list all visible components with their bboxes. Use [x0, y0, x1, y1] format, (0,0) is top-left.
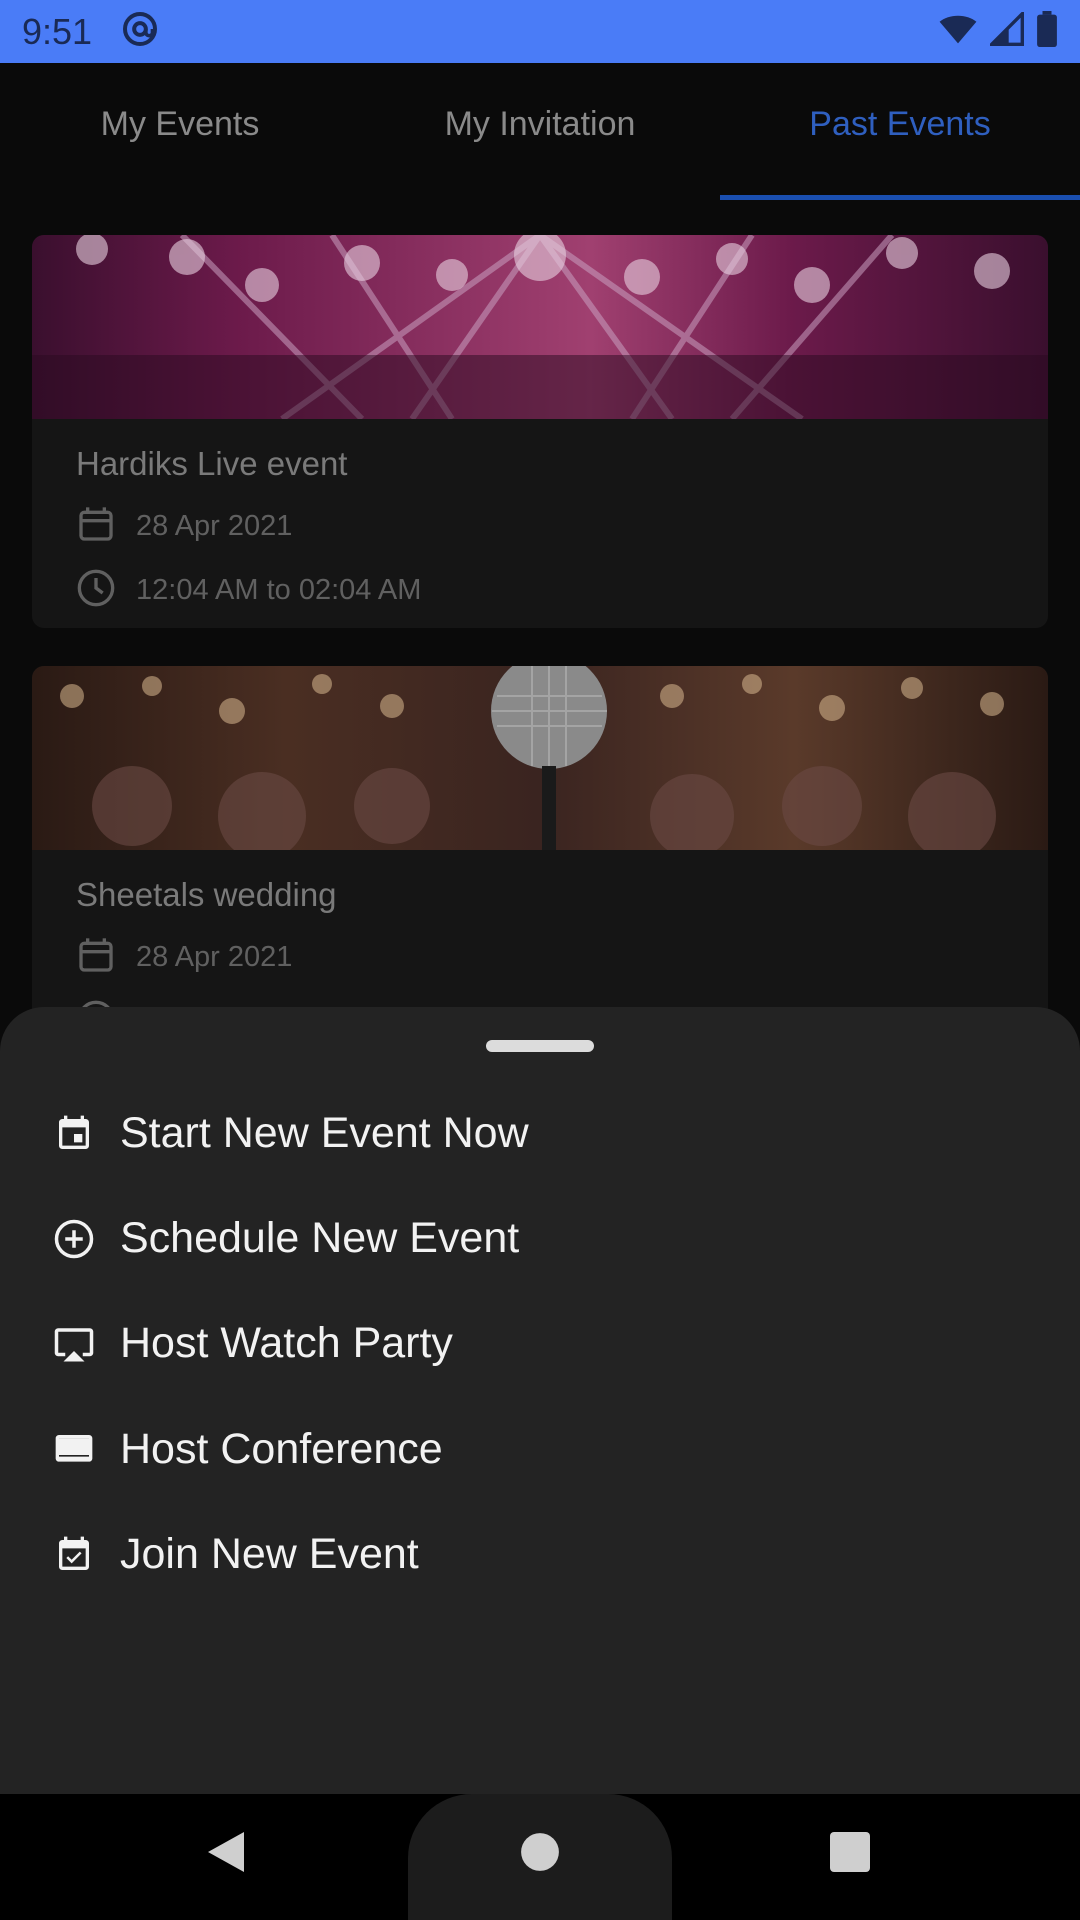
tab-my-invitation[interactable]: My Invitation — [360, 63, 720, 200]
event-icon — [52, 1112, 96, 1156]
tab-label: My Events — [100, 105, 260, 143]
event-tabs: My Events My Invitation Past Events — [0, 63, 1080, 200]
signal-icon — [987, 9, 1024, 51]
menu-label: Schedule New Event — [120, 1214, 520, 1262]
event-title: Hardiks Live event — [76, 445, 348, 482]
event-cover-image — [32, 666, 1048, 850]
tab-past-events[interactable]: Past Events — [720, 63, 1080, 200]
system-nav-bar — [0, 1794, 1080, 1920]
event-time-row: 12:04 AM to 02:04 AM — [76, 568, 1048, 613]
create-event-bottom-sheet: Start New Event Now Schedule New Event H… — [0, 1007, 1080, 1794]
menu-label: Join New Event — [120, 1530, 419, 1578]
home-icon[interactable] — [510, 1822, 570, 1882]
battery-icon — [1036, 11, 1058, 52]
event-date: 28 Apr 2021 — [136, 510, 293, 542]
event-date-row: 28 Apr 2021 — [76, 503, 1048, 550]
schedule-new-event-item[interactable]: Schedule New Event — [0, 1186, 1080, 1291]
sheet-drag-handle[interactable] — [486, 1040, 594, 1052]
airplay-icon — [52, 1322, 96, 1366]
event-cover-image — [32, 235, 1048, 419]
status-bar: 9:51 — [0, 0, 1080, 63]
event-available-icon — [52, 1533, 96, 1577]
event-card[interactable]: Hardiks Live event 28 Apr 2021 12:04 AM … — [32, 235, 1048, 628]
event-date-row: 28 Apr 2021 — [76, 934, 1048, 981]
clock-icon — [76, 568, 116, 613]
video-label-icon — [52, 1428, 96, 1472]
wifi-icon — [938, 13, 978, 50]
host-watch-party-item[interactable]: Host Watch Party — [0, 1291, 1080, 1396]
status-time: 9:51 — [22, 10, 93, 52]
join-new-event-item[interactable]: Join New Event — [0, 1502, 1080, 1607]
add-circle-icon — [52, 1217, 96, 1261]
notification-at-icon — [120, 9, 160, 54]
tab-label: My Invitation — [444, 105, 636, 143]
event-date: 28 Apr 2021 — [136, 941, 293, 973]
tab-label: Past Events — [809, 105, 991, 143]
calendar-icon — [76, 934, 116, 981]
tab-my-events[interactable]: My Events — [0, 63, 360, 200]
event-time: 12:04 AM to 02:04 AM — [136, 574, 422, 606]
menu-label: Start New Event Now — [120, 1109, 529, 1157]
menu-label: Host Watch Party — [120, 1319, 453, 1367]
back-icon[interactable] — [196, 1822, 256, 1882]
calendar-icon — [76, 503, 116, 550]
start-new-event-now-item[interactable]: Start New Event Now — [0, 1081, 1080, 1186]
host-conference-item[interactable]: Host Conference — [0, 1397, 1080, 1502]
menu-label: Host Conference — [120, 1425, 443, 1473]
recents-icon[interactable] — [820, 1822, 880, 1882]
event-title: Sheetals wedding — [76, 876, 337, 913]
